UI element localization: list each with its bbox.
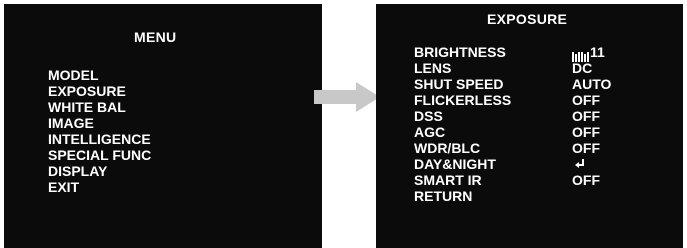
menu-screen: MENU MODEL EXPOSURE WHITE BAL IMAGE INTE… bbox=[4, 4, 322, 248]
lens-value[interactable]: DC bbox=[572, 60, 592, 76]
exposure-row-wdr-blc[interactable]: WDR/BLC OFF bbox=[414, 140, 600, 156]
dss-label: DSS bbox=[414, 108, 443, 124]
shut-speed-value[interactable]: AUTO bbox=[572, 76, 611, 92]
exposure-row-day-night[interactable]: DAY&NIGHT bbox=[414, 156, 584, 172]
menu-item-white-bal[interactable]: WHITE BAL bbox=[48, 99, 151, 115]
menu-item-exit[interactable]: EXIT bbox=[48, 179, 151, 195]
smart-ir-label: SMART IR bbox=[414, 172, 482, 188]
exposure-row-agc[interactable]: AGC OFF bbox=[414, 124, 600, 140]
smart-ir-value[interactable]: OFF bbox=[572, 172, 600, 188]
exposure-row-smart-ir[interactable]: SMART IR OFF bbox=[414, 172, 600, 188]
menu-item-exposure[interactable]: EXPOSURE bbox=[48, 83, 151, 99]
wdr-blc-value[interactable]: OFF bbox=[572, 140, 600, 156]
flickerless-value[interactable]: OFF bbox=[572, 92, 600, 108]
menu-item-image[interactable]: IMAGE bbox=[48, 115, 151, 131]
agc-label: AGC bbox=[414, 124, 446, 140]
flickerless-label: FLICKERLESS bbox=[414, 92, 512, 108]
exposure-screen: EXPOSURE BRIGHTNESS 11 LENS DC SHUT SPEE… bbox=[376, 4, 683, 248]
exposure-row-flickerless[interactable]: FLICKERLESS OFF bbox=[414, 92, 600, 108]
menu-item-special-func[interactable]: SPECIAL FUNC bbox=[48, 147, 151, 163]
right-arrow-icon bbox=[314, 82, 380, 112]
lens-label: LENS bbox=[414, 60, 452, 76]
exposure-row-lens[interactable]: LENS DC bbox=[414, 60, 592, 76]
exposure-row-brightness[interactable]: BRIGHTNESS 11 bbox=[414, 44, 605, 62]
exposure-list: BRIGHTNESS 11 LENS DC SHUT SPEED AUTO FL… bbox=[414, 44, 611, 204]
wdr-blc-label: WDR/BLC bbox=[414, 140, 481, 156]
agc-value[interactable]: OFF bbox=[572, 124, 600, 140]
exposure-row-dss[interactable]: DSS OFF bbox=[414, 108, 600, 124]
day-night-label: DAY&NIGHT bbox=[414, 156, 496, 172]
menu-item-model[interactable]: MODEL bbox=[48, 67, 151, 83]
menu-item-display[interactable]: DISPLAY bbox=[48, 163, 151, 179]
exposure-row-return[interactable]: RETURN bbox=[414, 188, 511, 204]
dss-value[interactable]: OFF bbox=[572, 108, 600, 124]
shut-speed-label: SHUT SPEED bbox=[414, 76, 504, 92]
menu-item-intelligence[interactable]: INTELLIGENCE bbox=[48, 131, 151, 147]
return-label: RETURN bbox=[414, 188, 473, 204]
menu-list: MODEL EXPOSURE WHITE BAL IMAGE INTELLIGE… bbox=[48, 67, 151, 195]
menu-title: MENU bbox=[134, 29, 177, 45]
exposure-title: EXPOSURE bbox=[487, 11, 568, 27]
brightness-label: BRIGHTNESS bbox=[414, 44, 506, 60]
exposure-row-shut-speed[interactable]: SHUT SPEED AUTO bbox=[414, 76, 611, 92]
enter-submenu-icon[interactable] bbox=[574, 157, 588, 171]
